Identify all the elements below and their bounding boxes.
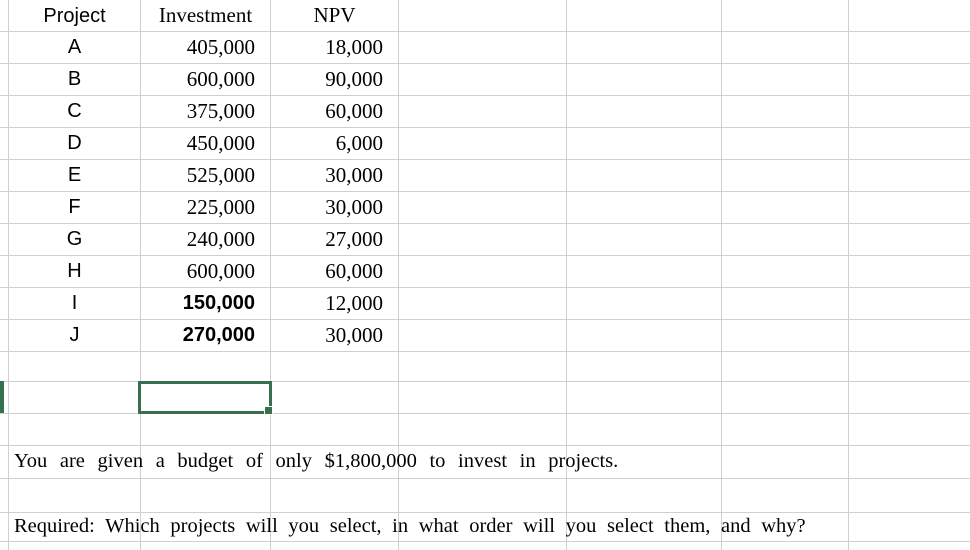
table-cell-investment[interactable]: 270,000 [141,319,255,351]
active-cell-selection[interactable] [138,381,272,414]
spreadsheet-grid[interactable]: Project Investment NPV A 405,000 18,000 … [0,0,970,550]
table-cell-investment[interactable]: 375,000 [141,95,255,127]
table-cell-project[interactable]: B [9,63,140,95]
table-cell-npv[interactable]: 27,000 [271,223,383,255]
table-cell-project[interactable]: A [9,31,140,63]
selection-edge-left [0,381,4,413]
column-header-project[interactable]: Project [9,0,140,31]
table-cell-project[interactable]: D [9,127,140,159]
table-cell-project[interactable]: E [9,159,140,191]
table-cell-investment[interactable]: 600,000 [141,63,255,95]
table-cell-investment[interactable]: 240,000 [141,223,255,255]
gridline-horizontal [0,413,970,414]
table-cell-project[interactable]: G [9,223,140,255]
table-cell-npv[interactable]: 30,000 [271,191,383,223]
table-cell-investment[interactable]: 600,000 [141,255,255,287]
table-cell-npv[interactable]: 30,000 [271,319,383,351]
table-cell-investment[interactable]: 150,000 [141,287,255,319]
gridline-horizontal [0,351,970,352]
column-header-npv[interactable]: NPV [271,0,398,31]
table-cell-npv[interactable]: 60,000 [271,255,383,287]
column-header-investment[interactable]: Investment [141,0,270,31]
fill-handle[interactable] [265,407,272,414]
gridline-horizontal [0,381,970,382]
gridline-horizontal [0,541,970,542]
table-cell-project[interactable]: J [9,319,140,351]
table-cell-npv[interactable]: 60,000 [271,95,383,127]
table-cell-npv[interactable]: 12,000 [271,287,383,319]
table-cell-investment[interactable]: 225,000 [141,191,255,223]
table-cell-investment[interactable]: 525,000 [141,159,255,191]
table-cell-investment[interactable]: 450,000 [141,127,255,159]
table-cell-npv[interactable]: 6,000 [271,127,383,159]
table-cell-npv[interactable]: 90,000 [271,63,383,95]
table-cell-project[interactable]: F [9,191,140,223]
table-cell-project[interactable]: C [9,95,140,127]
required-statement-row[interactable]: Required: Which projects will you select… [14,512,956,541]
required-statement-text: Required: Which projects will you select… [14,515,806,538]
budget-statement-text: You are given a budget of only $1,800,00… [14,450,619,473]
table-cell-npv[interactable]: 30,000 [271,159,383,191]
table-cell-project[interactable]: H [9,255,140,287]
table-cell-npv[interactable]: 18,000 [271,31,383,63]
table-cell-investment[interactable]: 405,000 [141,31,255,63]
budget-statement-row[interactable]: You are given a budget of only $1,800,00… [14,445,838,478]
gridline-horizontal [0,478,970,479]
gridline-vertical [848,0,849,550]
table-cell-project[interactable]: I [9,287,140,319]
